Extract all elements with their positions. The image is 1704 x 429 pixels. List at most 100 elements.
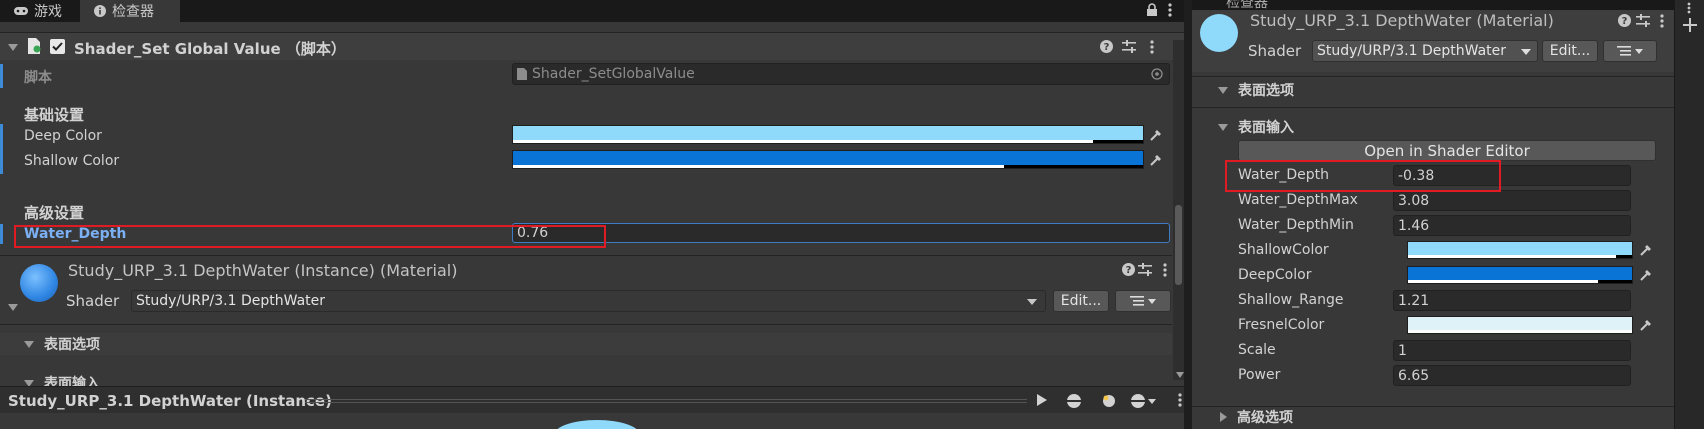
shallow-color-label: Shallow Color <box>24 153 120 169</box>
foldout-arrow-icon <box>24 340 34 348</box>
add-icon[interactable] <box>1683 18 1697 32</box>
help-icon[interactable]: ? <box>1100 40 1113 53</box>
deep-color-label: Deep Color <box>24 128 102 144</box>
tab-inspector[interactable]: 检查器 <box>80 0 180 22</box>
info-icon <box>94 5 106 17</box>
divider <box>1192 107 1674 108</box>
water-depth-input[interactable]: 0.76 <box>512 223 1170 243</box>
preview-menu-icon[interactable] <box>1178 393 1182 407</box>
material-name: Study_URP_3.1 DepthWater (Material) <box>1250 11 1554 30</box>
edit-shader-button[interactable]: Edit... <box>1542 40 1598 62</box>
tab-game[interactable]: 游戏 <box>4 0 72 22</box>
preset-icon[interactable] <box>1122 40 1136 53</box>
script-field[interactable]: Shader_SetGlobalValue <box>512 63 1170 85</box>
tab-label: 游戏 <box>34 4 62 20</box>
shader-dropdown[interactable]: Study/URP/3.1 DepthWater <box>131 290 1046 312</box>
property-value: 1 <box>1398 342 1407 359</box>
component-menu-icon[interactable] <box>1163 263 1167 277</box>
preview-sphere <box>554 420 640 429</box>
basic-settings-header: 基础设置 <box>24 106 85 124</box>
property-value: 1.46 <box>1398 217 1430 234</box>
list-icon <box>1617 46 1643 56</box>
scroll-down-icon[interactable] <box>1176 372 1184 378</box>
alpha-bar <box>513 140 1093 143</box>
eyedropper-icon[interactable] <box>1636 240 1656 260</box>
property-label: DeepColor <box>1238 267 1312 283</box>
tab-bar: 检查器 <box>1192 0 1674 11</box>
edit-shader-button[interactable]: Edit... <box>1053 290 1109 312</box>
property-label: Water_DepthMin <box>1238 217 1354 233</box>
advanced-options-foldout[interactable]: 高级选项 <box>1192 406 1674 428</box>
property-row: Shallow_Range 1.21 <box>1192 288 1674 313</box>
lighting-icon[interactable] <box>1100 392 1118 410</box>
chevron-down-icon <box>1027 299 1037 305</box>
component-header[interactable]: Shader_Set Global Value （脚本） ? <box>0 32 1184 60</box>
property-row: DeepColor <box>1192 263 1674 288</box>
lock-icon[interactable] <box>1146 3 1158 17</box>
color-swatch[interactable] <box>1407 316 1633 334</box>
alpha-bar-rest <box>1092 140 1143 143</box>
preview-header[interactable]: Study_URP_3.1 DepthWater (Instance) <box>0 386 1184 413</box>
alpha-bar <box>1408 280 1599 283</box>
property-input[interactable]: 1 <box>1393 340 1631 361</box>
surface-inputs-foldout[interactable]: 表面输入 <box>1192 116 1674 138</box>
deep-color-swatch[interactable] <box>512 125 1144 144</box>
chevron-down-icon <box>1521 49 1531 55</box>
shader-dropdown[interactable]: Study/URP/3.1 DepthWater <box>1312 40 1538 62</box>
material-name: Study_URP_3.1 DepthWater (Instance) (Mat… <box>68 261 458 280</box>
color-swatch[interactable] <box>1407 241 1633 259</box>
eyedropper-icon[interactable] <box>1146 150 1166 170</box>
svg-text:?: ? <box>1104 42 1110 53</box>
advanced-options-label: 高级选项 <box>1237 410 1293 426</box>
component-menu-icon[interactable] <box>1660 14 1664 28</box>
alpha-bar-rest <box>1598 280 1632 283</box>
surface-options-foldout[interactable]: 表面选项 <box>0 333 1172 355</box>
object-picker-icon[interactable] <box>1151 68 1163 80</box>
material-options-button[interactable] <box>1115 290 1171 312</box>
material-options-button[interactable] <box>1603 40 1657 62</box>
script-icon <box>26 37 42 55</box>
surface-options-label: 表面选项 <box>1238 83 1294 99</box>
alpha-bar-rest <box>1004 165 1143 168</box>
surface-inputs-label: 表面输入 <box>1238 120 1294 136</box>
property-label: Power <box>1238 367 1281 383</box>
collapse-arrow-icon[interactable] <box>8 304 18 311</box>
eyedropper-icon[interactable] <box>1636 315 1656 335</box>
property-value: 3.08 <box>1398 192 1430 209</box>
left-inspector-panel: 游戏 检查器 Shader_Set Global Value （脚本） ? 脚本… <box>0 0 1184 429</box>
preview-sphere-icon[interactable] <box>1130 393 1156 409</box>
property-value: 1.21 <box>1398 292 1430 309</box>
play-icon[interactable] <box>1036 393 1048 407</box>
property-input[interactable]: 3.08 <box>1393 190 1631 211</box>
eyedropper-icon[interactable] <box>1636 265 1656 285</box>
surface-options-foldout[interactable]: 表面选项 <box>1192 79 1674 101</box>
more-options-icon[interactable] <box>1168 3 1172 17</box>
property-input[interactable]: 1.21 <box>1393 290 1631 311</box>
modified-indicator <box>0 64 3 88</box>
color-swatch[interactable] <box>1407 266 1633 284</box>
help-icon[interactable]: ? <box>1618 14 1631 27</box>
property-input[interactable]: 1.46 <box>1393 215 1631 236</box>
open-shader-editor-button[interactable]: Open in Shader Editor <box>1238 140 1656 161</box>
shader-label: Shader <box>1248 42 1302 60</box>
help-icon[interactable]: ? <box>1122 263 1135 276</box>
drag-handle[interactable] <box>305 399 1027 400</box>
property-input[interactable]: 6.65 <box>1393 365 1631 386</box>
preset-icon[interactable] <box>1636 14 1650 27</box>
material-preview-sphere <box>1200 14 1238 52</box>
panel-splitter[interactable] <box>1184 0 1192 429</box>
more-options-icon[interactable] <box>1687 2 1691 14</box>
foldout-arrow-icon <box>1218 123 1228 131</box>
enabled-checkbox[interactable] <box>50 39 65 54</box>
preset-icon[interactable] <box>1138 263 1152 276</box>
shallow-color-swatch[interactable] <box>512 150 1144 169</box>
material-preview-sphere <box>20 264 58 302</box>
component-menu-icon[interactable] <box>1150 40 1154 54</box>
scrollbar-thumb[interactable] <box>1175 205 1182 285</box>
eyedropper-icon[interactable] <box>1146 125 1166 145</box>
property-row: FresnelColor <box>1192 313 1674 338</box>
highlight-box <box>14 225 606 248</box>
preview-mesh-icon[interactable] <box>1066 393 1082 409</box>
divider <box>0 324 1172 325</box>
foldout-arrow-icon[interactable] <box>8 44 18 51</box>
